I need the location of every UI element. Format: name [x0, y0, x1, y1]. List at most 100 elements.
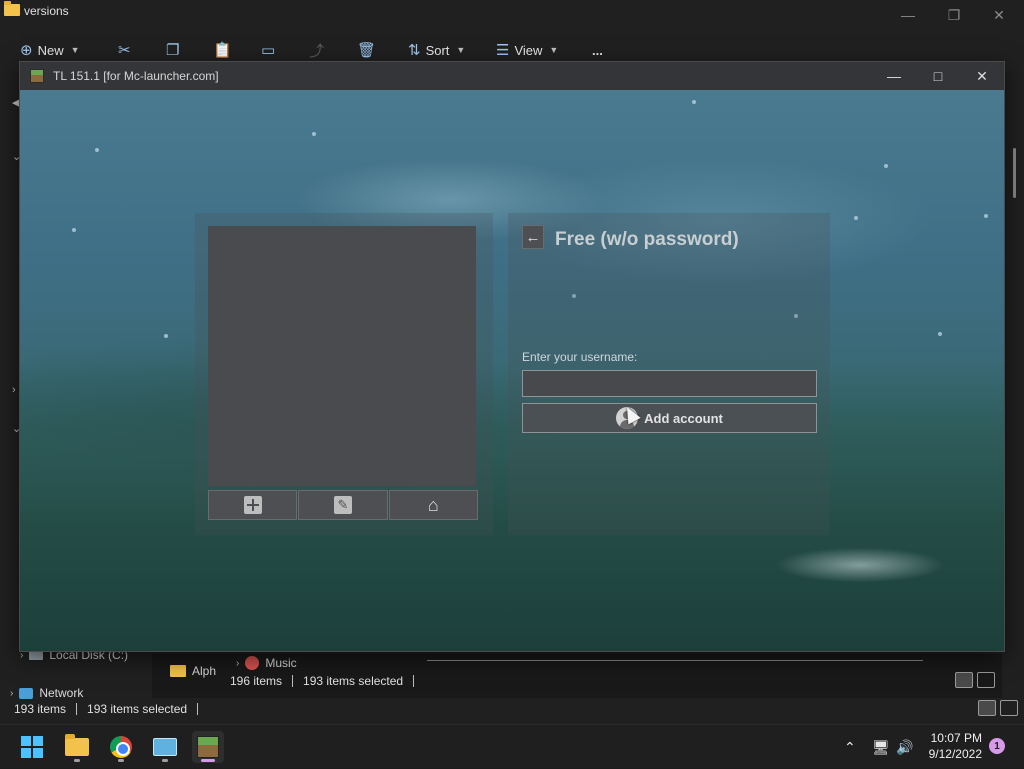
control-panel-icon: [153, 738, 177, 756]
running-indicator: [162, 759, 168, 762]
status-divider: [197, 703, 199, 715]
pencil-icon: ✎: [333, 496, 352, 514]
delete-button[interactable]: 🗑: [357, 36, 376, 64]
sky-particle: [164, 334, 168, 338]
account-list-toolbar: ✎ ⌂: [208, 490, 478, 520]
paste-button[interactable]: 📋: [213, 36, 232, 64]
folder-icon: [4, 1, 20, 16]
sort-button-label: Sort: [425, 42, 450, 58]
explorer-titlebar: versions — ❐ ✕: [0, 0, 1024, 30]
item-count: 193 items: [14, 702, 67, 716]
details-view-button[interactable]: [978, 700, 996, 716]
active-indicator: [201, 759, 215, 762]
inner-explorer-window: Alph › Music 196 items 193 items selecte…: [152, 654, 1002, 698]
sky-particle: [938, 332, 942, 336]
add-account-button[interactable]: Add account: [522, 403, 817, 433]
more-options-button[interactable]: ...: [592, 36, 603, 64]
start-button[interactable]: [16, 731, 48, 763]
taskbar-minecraft-launcher[interactable]: [192, 731, 224, 763]
sort-icon: ⇅: [408, 42, 421, 59]
chevron-down-icon: ▼: [70, 45, 80, 55]
explorer-scrollbar[interactable]: [1013, 148, 1016, 198]
view-button[interactable]: ☰ View ▼: [496, 36, 558, 64]
rename-button[interactable]: ▭: [261, 36, 275, 64]
explorer-maximize-button[interactable]: ❐: [931, 0, 977, 30]
clipboard-icon: 📋: [213, 42, 232, 59]
taskbar-control-panel[interactable]: [149, 731, 181, 763]
edit-account-button[interactable]: ✎: [298, 490, 388, 520]
selected-count: 193 items selected: [303, 674, 404, 688]
status-divider: [292, 675, 294, 687]
view-icon: ☰: [496, 42, 510, 59]
taskbar: ⌃ 🖥 🔊 10:07 PM 9/12/2022 1: [0, 724, 1024, 768]
clock[interactable]: 10:07 PM 9/12/2022: [929, 730, 982, 762]
sidebar-item-label: Network: [39, 686, 84, 700]
share-button[interactable]: ⤴: [309, 36, 324, 64]
sidebar-item-network[interactable]: › Network: [10, 686, 83, 700]
launcher-window: TL 151.1 [for Mc-launcher.com] — □ ✕ ✎ ⌂…: [19, 61, 1005, 652]
new-button-label: New: [37, 42, 64, 58]
details-view-button[interactable]: [955, 672, 973, 688]
running-indicator: [118, 759, 124, 762]
back-button[interactable]: ←: [522, 225, 544, 249]
launcher-minimize-button[interactable]: —: [872, 62, 916, 90]
home-button[interactable]: ⌂: [388, 490, 478, 520]
copy-button[interactable]: ❐: [166, 36, 179, 64]
speaker-icon: 🔊: [896, 738, 914, 755]
new-button[interactable]: ⊕ New ▼: [20, 36, 80, 64]
sky-particle: [95, 148, 99, 152]
chevron-right-icon: ›: [10, 687, 14, 699]
chevron-down-icon: ▼: [456, 45, 466, 55]
item-count: 196 items: [230, 674, 283, 688]
explorer-status-bar: 193 items 193 items selected: [14, 700, 208, 718]
taskbar-chrome[interactable]: [105, 731, 137, 763]
inner-status-bar: 196 items 193 items selected: [230, 672, 424, 690]
horizontal-scrollbar[interactable]: [427, 660, 923, 661]
launcher-maximize-button[interactable]: □: [916, 62, 960, 90]
sky-particle: [884, 164, 888, 168]
username-input[interactable]: [522, 370, 817, 397]
add-account-heading: Free (w/o password): [555, 229, 739, 250]
network-tray-button[interactable]: 🖥: [872, 725, 890, 769]
running-indicator: [74, 759, 80, 762]
chevron-down-icon: ▼: [549, 45, 559, 55]
plus-icon: [243, 496, 262, 514]
view-button-label: View: [514, 42, 543, 58]
chrome-icon: [110, 736, 132, 758]
network-icon: [19, 687, 34, 699]
share-icon: ⤴: [309, 42, 325, 60]
volume-tray-button[interactable]: 🔊: [896, 725, 913, 769]
home-icon: ⌂: [427, 494, 439, 515]
explorer-minimize-button[interactable]: —: [885, 0, 931, 30]
sidebar-item-music[interactable]: › Music: [236, 656, 297, 670]
explorer-command-bar: ⊕ New ▼ ✂ ❐ 📋 ▭ ⤴ 🗑 ⇅ Sort ▼ ☰ View ▼ ..…: [0, 36, 1024, 64]
chevron-up-icon: ⌃: [844, 738, 856, 755]
cut-button[interactable]: ✂: [118, 36, 131, 64]
grass-block-icon: [197, 736, 219, 758]
tiles-view-button[interactable]: [1000, 700, 1018, 716]
clock-date: 9/12/2022: [928, 747, 982, 761]
chevron-right-icon: ›: [236, 657, 240, 669]
taskbar-file-explorer[interactable]: [61, 731, 93, 763]
plus-circle-icon: ⊕: [20, 42, 33, 59]
folder-item-label: Alph: [192, 664, 217, 678]
tiles-view-button[interactable]: [977, 672, 995, 688]
folder-list-item[interactable]: Alph: [170, 664, 216, 678]
sidebar-item-label: Music: [265, 656, 297, 670]
launcher-titlebar: TL 151.1 [for Mc-launcher.com] — □ ✕: [20, 62, 1004, 90]
add-account-toolbar-button[interactable]: [208, 490, 298, 520]
trash-icon: 🗑: [357, 42, 377, 59]
sky-particle: [692, 100, 696, 104]
sort-button[interactable]: ⇅ Sort ▼: [408, 36, 465, 64]
explorer-close-button[interactable]: ✕: [976, 0, 1022, 30]
sky-particle: [72, 228, 76, 232]
add-account-button-label: Add account: [644, 410, 723, 426]
notification-badge[interactable]: 1: [989, 738, 1005, 754]
launcher-close-button[interactable]: ✕: [960, 62, 1004, 90]
folder-icon: [65, 734, 89, 756]
copy-icon: ❐: [166, 42, 180, 59]
rename-icon: ▭: [261, 42, 276, 59]
show-hidden-icons-button[interactable]: ⌃: [844, 725, 856, 769]
account-list[interactable]: [208, 226, 476, 486]
grass-block-icon: [30, 69, 44, 83]
